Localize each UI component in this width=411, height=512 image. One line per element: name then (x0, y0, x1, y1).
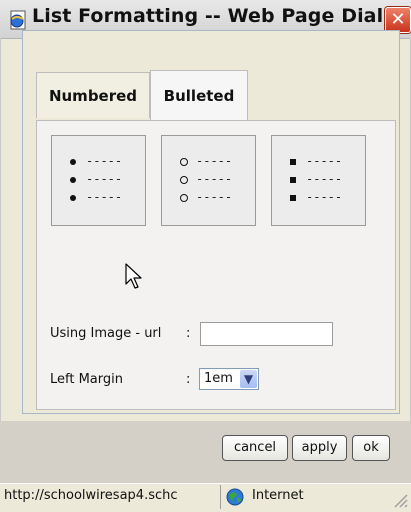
placeholder-dashes: ----- (86, 172, 123, 186)
list-item: ----- (290, 172, 360, 190)
left-margin-label: Left Margin (50, 372, 123, 387)
dialog-title: List Formatting -- Web Page Dialog (32, 5, 411, 27)
placeholder-dashes: ----- (306, 190, 343, 204)
circle-bullet-icon (180, 158, 188, 166)
cancel-button[interactable]: cancel (222, 435, 288, 461)
placeholder-dashes: ----- (306, 154, 343, 168)
security-zone-label: Internet (252, 488, 304, 503)
internet-globe-icon (226, 488, 244, 506)
mouse-pointer-icon (125, 263, 142, 289)
placeholder-dashes: ----- (196, 190, 233, 204)
circle-bullet-icon (180, 176, 188, 184)
left-margin-select[interactable]: 1em ▼ (199, 368, 259, 390)
circle-bullet-icon (180, 194, 188, 202)
resize-grip-icon[interactable] (391, 491, 409, 509)
disc-bullet-icon (70, 177, 76, 183)
placeholder-dashes: ----- (196, 172, 233, 186)
button-bar (0, 421, 411, 483)
tab-strip: Numbered Bulleted (36, 70, 396, 120)
image-url-colon: : (186, 326, 191, 341)
square-bullet-icon (290, 195, 296, 201)
list-item: ----- (70, 154, 140, 172)
bullet-style-disc[interactable]: ----- ----- ----- (51, 135, 146, 226)
bullet-style-circle[interactable]: ----- ----- ----- (161, 135, 256, 226)
tab-numbered[interactable]: Numbered (36, 72, 150, 118)
apply-button[interactable]: apply (292, 435, 347, 461)
list-item: ----- (70, 190, 140, 208)
list-item: ----- (290, 154, 360, 172)
placeholder-dashes: ----- (86, 154, 123, 168)
tab-label: Numbered (48, 87, 138, 105)
list-item: ----- (180, 154, 250, 172)
list-item: ----- (290, 190, 360, 208)
square-bullet-icon (290, 159, 296, 165)
square-bullet-icon (290, 177, 296, 183)
left-margin-colon: : (186, 372, 191, 387)
disc-bullet-icon (70, 159, 76, 165)
image-url-label: Using Image - url (50, 326, 162, 341)
bulleted-panel: ----- ----- ----- ----- ----- ----- ----… (36, 120, 396, 410)
list-item: ----- (70, 172, 140, 190)
chevron-down-icon[interactable]: ▼ (240, 370, 257, 388)
ie-page-icon (10, 10, 26, 30)
list-item: ----- (180, 172, 250, 190)
status-url: http://schoolwiresap4.schc (4, 488, 178, 503)
tab-bulleted[interactable]: Bulleted (150, 70, 248, 120)
dialog-window: List Formatting -- Web Page Dialog ✕ Num… (0, 0, 411, 512)
placeholder-dashes: ----- (196, 154, 233, 168)
placeholder-dashes: ----- (306, 172, 343, 186)
left-margin-value: 1em (204, 371, 233, 386)
tab-label: Bulleted (163, 87, 235, 105)
placeholder-dashes: ----- (86, 190, 123, 204)
image-url-input[interactable] (200, 322, 333, 346)
list-item: ----- (180, 190, 250, 208)
ok-button[interactable]: ok (352, 435, 390, 461)
bullet-style-square[interactable]: ----- ----- ----- (271, 135, 366, 226)
status-divider (220, 485, 221, 509)
disc-bullet-icon (70, 195, 76, 201)
